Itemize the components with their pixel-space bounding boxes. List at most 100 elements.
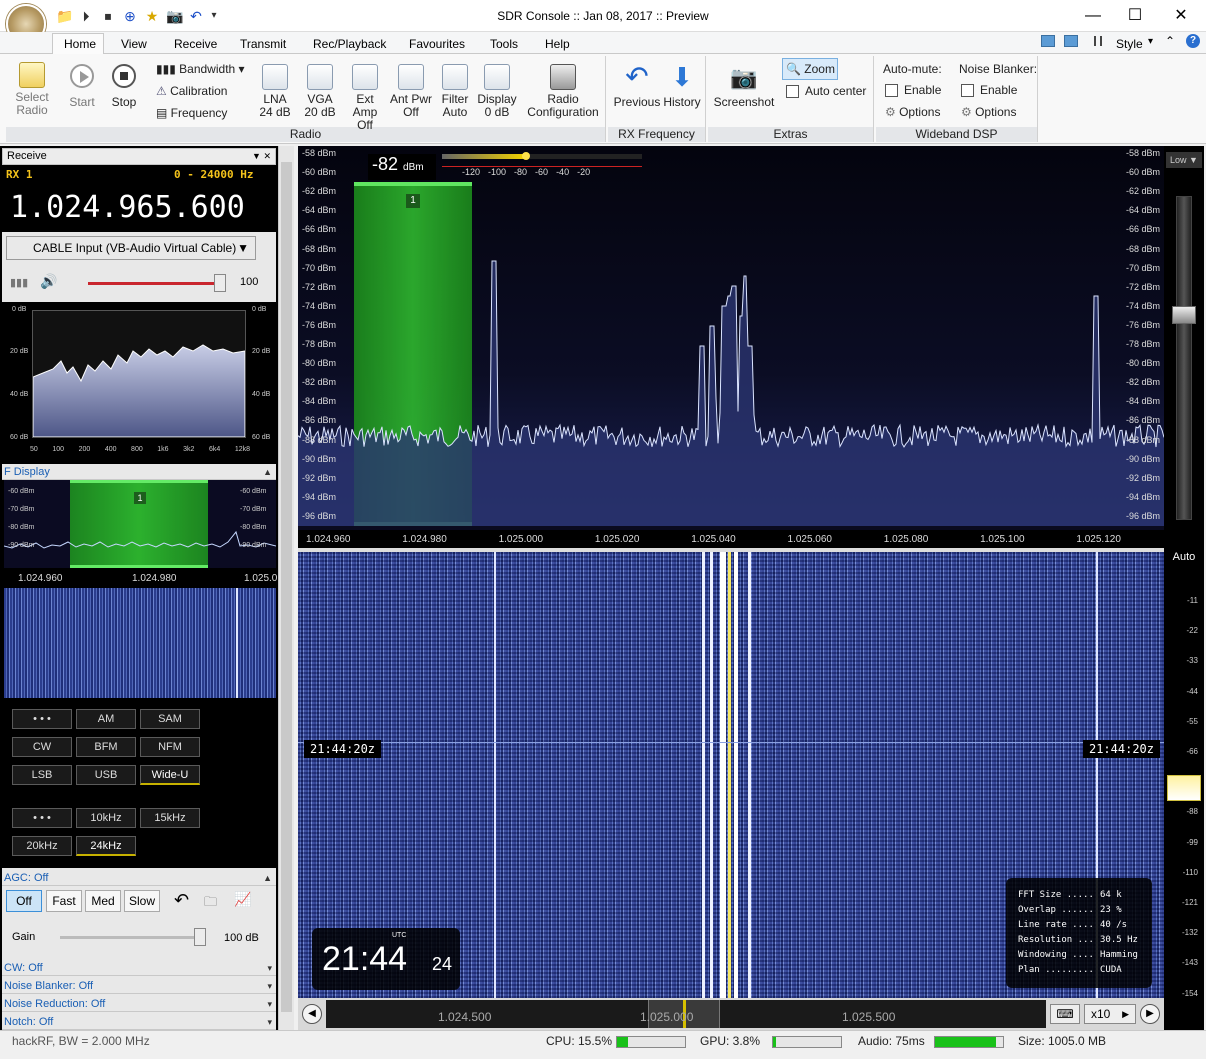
lna-dropdown[interactable]: LNA 24 dB bbox=[256, 64, 294, 119]
lna-icon bbox=[262, 64, 288, 90]
mode-nfm-button[interactable]: NFM bbox=[140, 737, 200, 757]
style-dropdown[interactable]: Style bbox=[1116, 37, 1143, 51]
freq-tick-label: 1.025.100 bbox=[980, 534, 1025, 545]
agc-fast-button[interactable]: Fast bbox=[46, 890, 82, 912]
mode-wide-u-button[interactable]: Wide-U bbox=[140, 765, 200, 785]
tab-favourites[interactable]: Favourites bbox=[409, 37, 465, 51]
volume-slider-thumb[interactable] bbox=[214, 274, 226, 292]
filter-dropdown[interactable]: Filter Auto bbox=[436, 64, 474, 119]
agc-med-button[interactable]: Med bbox=[85, 890, 121, 912]
tab-rec-playback[interactable]: Rec/Playback bbox=[313, 37, 386, 51]
history-button[interactable]: ⬇ History bbox=[660, 62, 704, 109]
mode-sam-button[interactable]: SAM bbox=[140, 709, 200, 729]
keyboard-icon[interactable]: ⌨ bbox=[1050, 1004, 1080, 1024]
zoom-toggle[interactable]: 🔍 Zoom bbox=[782, 58, 838, 80]
previous-button[interactable]: ↶ Previous bbox=[612, 62, 662, 109]
noise-blanker-options-button[interactable]: ⚙ Options bbox=[961, 105, 1016, 119]
level-select[interactable]: Low ▼ bbox=[1166, 152, 1202, 168]
waterfall-scale-label: -44 bbox=[1186, 686, 1198, 696]
agc-undo-icon[interactable]: ↶ bbox=[174, 890, 189, 911]
range-slider-thumb[interactable] bbox=[1172, 306, 1196, 324]
stop-button[interactable]: Stop bbox=[104, 64, 144, 109]
display-icon bbox=[484, 64, 510, 90]
volume-slider-track[interactable] bbox=[88, 282, 224, 285]
bw-24khz-button[interactable]: 24kHz bbox=[76, 836, 136, 856]
db-tick-label: -82 dBm bbox=[302, 377, 337, 388]
scroll-right-button[interactable]: ▶ bbox=[1140, 1004, 1160, 1024]
help-icon[interactable]: ? bbox=[1186, 34, 1200, 48]
cw-panel-header[interactable]: CW: Off ▾ bbox=[2, 960, 276, 976]
bw-10khz-button[interactable]: 10kHz bbox=[76, 808, 136, 828]
tab-home[interactable]: Home bbox=[64, 37, 96, 51]
agc-chart-icon[interactable]: 📈 bbox=[234, 891, 251, 908]
tab-transmit[interactable]: Transmit bbox=[240, 37, 286, 51]
bw-15khz-button[interactable]: 15kHz bbox=[140, 808, 200, 828]
waterfall-level-marker[interactable] bbox=[1167, 775, 1201, 801]
select-radio-button[interactable]: Select Radio bbox=[12, 62, 52, 117]
agc-off-button[interactable]: Off bbox=[6, 890, 42, 912]
start-button[interactable]: Start bbox=[62, 64, 102, 109]
agc-slow-button[interactable]: Slow bbox=[124, 890, 160, 912]
mode-bfm-button[interactable]: BFM bbox=[76, 737, 136, 757]
tab-receive[interactable]: Receive bbox=[174, 37, 217, 51]
tab-view[interactable]: View bbox=[121, 37, 147, 51]
noise-reduction-panel-header[interactable]: Noise Reduction: Off ▾ bbox=[2, 996, 276, 1012]
pin-icon[interactable]: ⌃ bbox=[1165, 34, 1175, 48]
radio-configuration-button[interactable]: Radio Configuration bbox=[525, 64, 601, 119]
gain-slider-thumb[interactable] bbox=[194, 928, 206, 946]
vga-dropdown[interactable]: VGA 20 dB bbox=[301, 64, 339, 119]
if-display-header[interactable]: F Display ▲ bbox=[2, 464, 276, 480]
monitor-icon[interactable] bbox=[1041, 35, 1055, 47]
calibration-button[interactable]: ⚠ Calibration bbox=[156, 84, 227, 98]
frequency-button[interactable]: ▤ Frequency bbox=[156, 106, 227, 120]
bw-more-button[interactable]: • • • bbox=[12, 808, 72, 828]
rx-frequency-display[interactable]: 1.024.965.600 bbox=[10, 190, 245, 225]
calibration-icon: ⚠ bbox=[156, 84, 171, 98]
mode-cw-button[interactable]: CW bbox=[12, 737, 72, 757]
minimize-button[interactable]: — bbox=[1078, 6, 1108, 26]
ant-pwr-dropdown[interactable]: Ant Pwr Off bbox=[389, 64, 433, 119]
scroll-left-button[interactable]: ◀ bbox=[302, 1004, 322, 1024]
db-tick-label: -90 dBm bbox=[302, 453, 337, 464]
db-tick-label: -60 dBm bbox=[302, 167, 337, 178]
display-dropdown[interactable]: Display 0 dB bbox=[476, 64, 518, 119]
tab-tools[interactable]: Tools bbox=[490, 37, 518, 51]
bandwidth-button[interactable]: ▮▮▮ Bandwidth ▾ bbox=[156, 62, 245, 76]
input-device-select[interactable]: CABLE Input (VB-Audio Virtual Cable) ▼ bbox=[6, 236, 256, 260]
spectrum-display[interactable]: 1 -82 dBm -120 -100 -80 -60 -40 -20 -58 dBm -6… bbox=[298, 146, 1164, 548]
cpu-meter bbox=[616, 1036, 686, 1048]
db-tick-label: -72 dBm bbox=[1125, 281, 1160, 292]
noise-blanker-panel-header[interactable]: Noise Blanker: Off ▾ bbox=[2, 978, 276, 994]
gain-slider-track[interactable] bbox=[60, 936, 206, 939]
pause-icon[interactable] bbox=[1094, 36, 1102, 46]
range-slider-track[interactable] bbox=[1176, 196, 1192, 520]
noise-blanker-enable-checkbox[interactable]: Enable bbox=[961, 83, 1017, 98]
speaker-icon[interactable]: 🔊 bbox=[40, 273, 57, 290]
mode-usb-button[interactable]: USB bbox=[76, 765, 136, 785]
tab-help[interactable]: Help bbox=[545, 37, 570, 51]
db-tick-label: -76 dBm bbox=[302, 319, 337, 330]
auto-mute-enable-checkbox[interactable]: Enable bbox=[885, 83, 941, 98]
utc-clock: UTC 21:44 24 bbox=[312, 928, 460, 990]
notch-panel-header[interactable]: Notch: Off ▾ bbox=[2, 1014, 276, 1030]
left-panel-scrollbar[interactable] bbox=[278, 146, 294, 1030]
close-button[interactable]: ✕ bbox=[1166, 6, 1196, 26]
receive-panel-header[interactable]: Receive ▼ ✕ bbox=[2, 148, 276, 165]
mode-lsb-button[interactable]: LSB bbox=[12, 765, 72, 785]
auto-mute-options-button[interactable]: ⚙ Options bbox=[885, 105, 940, 119]
ext-amp-dropdown[interactable]: Ext Amp Off bbox=[343, 64, 387, 132]
monitor2-icon[interactable] bbox=[1064, 35, 1078, 47]
gain-label: Gain bbox=[12, 931, 36, 943]
mode-more-button[interactable]: • • • bbox=[12, 709, 72, 729]
agc-header[interactable]: AGC: Off ▲ bbox=[2, 870, 276, 886]
auto-center-checkbox[interactable]: Auto center bbox=[786, 84, 866, 99]
bw-20khz-button[interactable]: 20kHz bbox=[12, 836, 72, 856]
auto-button[interactable]: Auto bbox=[1166, 548, 1202, 566]
agc-folder-icon[interactable]: 🗀 bbox=[204, 893, 217, 915]
maximize-button[interactable]: ☐ bbox=[1120, 6, 1150, 26]
screenshot-button[interactable]: 📷 Screenshot bbox=[712, 64, 776, 109]
mode-am-button[interactable]: AM bbox=[76, 709, 136, 729]
zoom-factor-select[interactable]: x10 ▶ bbox=[1084, 1004, 1136, 1024]
db-tick-label: -84 dBm bbox=[1125, 396, 1160, 407]
waterfall-display[interactable]: 21:44:20z 21:44:20z UTC 21:44 24 FFT Siz… bbox=[298, 552, 1164, 998]
